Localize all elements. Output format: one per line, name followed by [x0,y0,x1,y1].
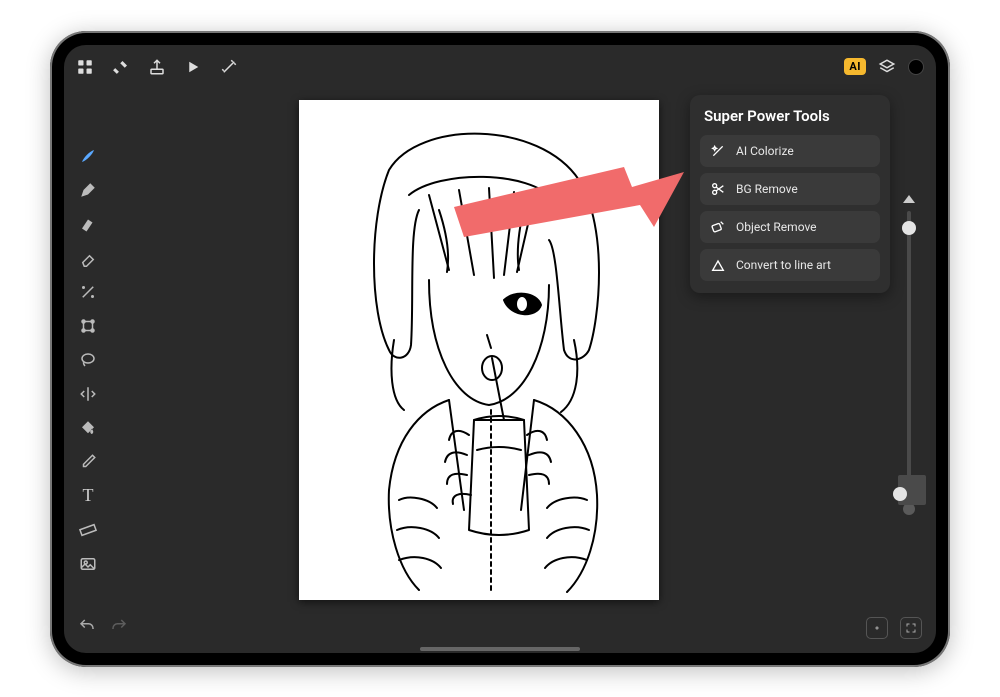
top-bar: AI [64,45,936,89]
slider-thumb[interactable] [902,221,916,235]
redo-icon[interactable] [110,617,128,639]
lasso-tool[interactable] [77,349,99,371]
brush-tool[interactable] [77,145,99,167]
layers-icon[interactable] [878,58,896,76]
bottom-bar [64,613,936,643]
text-tool[interactable]: T [77,485,99,507]
panel-item-bg-remove[interactable]: BG Remove [700,173,880,205]
home-indicator [420,647,580,651]
slider-top-handle-icon[interactable] [903,195,915,203]
eyedropper-tool[interactable] [77,451,99,473]
slider-thumb[interactable] [893,487,907,501]
top-right-group: AI [844,58,924,76]
top-left-group [76,58,238,76]
panel-item-label: Object Remove [736,220,817,234]
scissors-icon [710,181,726,197]
line-art-icon [710,257,726,273]
mirror-tool[interactable] [77,383,99,405]
panel-item-object-remove[interactable]: Object Remove [700,211,880,243]
right-slider-rail [898,195,920,515]
panel-item-ai-colorize[interactable]: AI Colorize [700,135,880,167]
undo-icon[interactable] [78,617,96,639]
eraser-tool[interactable] [77,247,99,269]
hammer-icon[interactable] [112,58,130,76]
magic-eraser-tool[interactable] [77,281,99,303]
ai-badge[interactable]: AI [844,58,866,75]
panel-item-line-art[interactable]: Convert to line art [700,249,880,281]
transform-tool[interactable] [77,315,99,337]
play-icon[interactable] [184,58,202,76]
ruler-tool[interactable] [77,519,99,541]
paint-tool[interactable] [77,213,99,235]
panel-item-label: Convert to line art [736,258,831,272]
line-art-sketch [299,100,659,600]
panel-title: Super Power Tools [700,107,880,125]
app-screen: AI T [64,45,936,653]
panel-item-label: BG Remove [736,182,798,196]
fit-screen-button[interactable] [866,617,888,639]
panel-item-label: AI Colorize [736,144,794,158]
brush-size-slider[interactable] [907,211,911,495]
fullscreen-button[interactable] [900,617,922,639]
pen-tool[interactable] [77,179,99,201]
grid-icon[interactable] [76,58,94,76]
super-power-tools-panel: Super Power Tools AI Colorize BG Remove … [690,95,890,293]
color-swatch-icon[interactable] [908,59,924,75]
fill-tool[interactable] [77,417,99,439]
left-toolbar: T [74,145,102,575]
opacity-slider[interactable] [898,475,926,505]
image-tool[interactable] [77,553,99,575]
tablet-frame: AI T [50,31,950,667]
wand-icon [710,143,726,159]
magic-wand-icon[interactable] [220,58,238,76]
canvas[interactable] [299,100,659,600]
export-icon[interactable] [148,58,166,76]
object-erase-icon [710,219,726,235]
